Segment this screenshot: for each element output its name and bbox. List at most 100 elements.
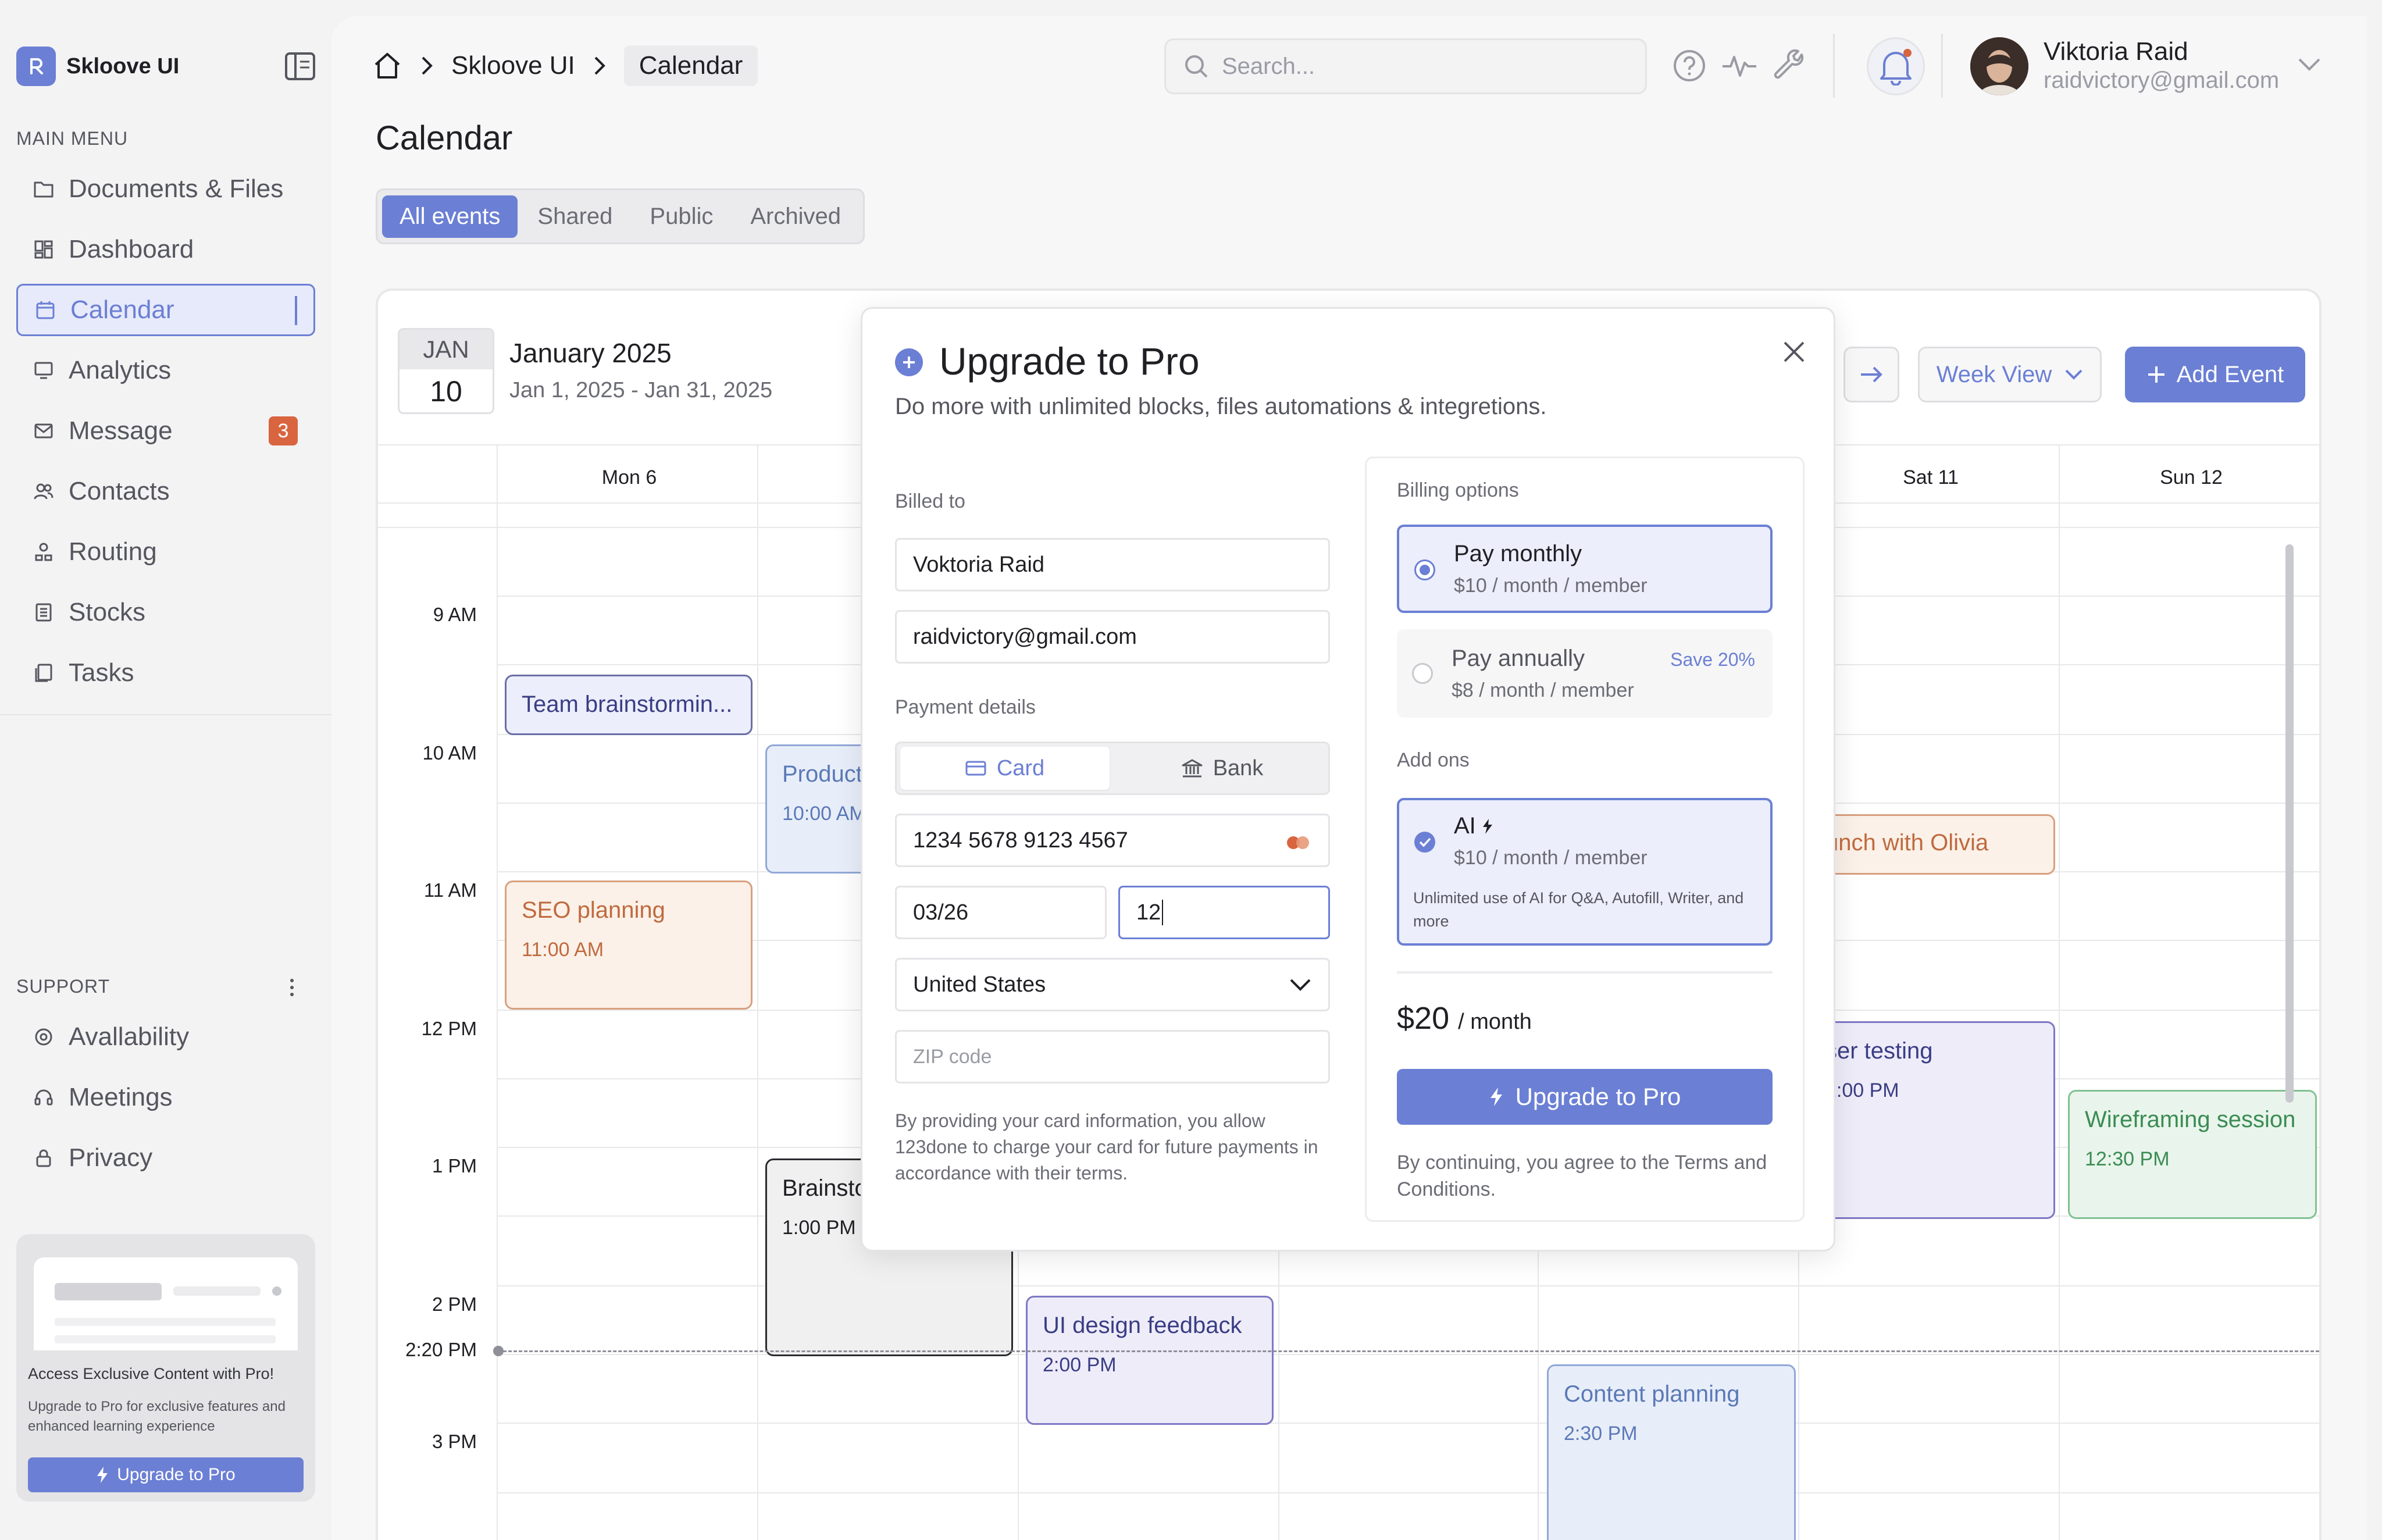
calendar-scrollbar[interactable] (2285, 544, 2294, 1103)
lock-icon (33, 1147, 55, 1169)
ai-addon-option[interactable]: AI $10 / month / member Unlimited use of… (1397, 798, 1773, 946)
calendar-icon (34, 299, 56, 321)
sidebar-item-meetings[interactable]: Meetings (16, 1071, 315, 1124)
tab-all-events[interactable]: All events (382, 195, 518, 238)
search-placeholder: Search... (1222, 53, 1315, 79)
sidebar-item-tasks[interactable]: Tasks (16, 647, 315, 699)
email-field[interactable]: raidvictory@gmail.com (895, 610, 1330, 664)
brand-logo-icon (16, 47, 56, 86)
event-card[interactable]: UI design feedback 2:00 PM (1026, 1296, 1274, 1425)
day-header: Sun 12 (2160, 466, 2223, 489)
cvc-field[interactable]: 12 (1118, 886, 1330, 939)
billing-divider (1397, 971, 1773, 974)
event-title: Team brainstormin... (522, 691, 733, 717)
notification-button[interactable] (1867, 37, 1925, 95)
country-select[interactable]: United States (895, 958, 1330, 1011)
close-icon[interactable] (1781, 339, 1807, 365)
pay-annually-option[interactable]: Pay annually $8 / month / member Save 20… (1397, 629, 1773, 718)
tab-card[interactable]: Card (900, 747, 1110, 790)
week-view-label: Week View (1936, 361, 2052, 387)
card-disclaimer: By providing your card information, you … (895, 1110, 1318, 1183)
sparkle-icon (1479, 818, 1495, 835)
home-icon[interactable] (372, 51, 402, 81)
next-week-button[interactable] (1843, 347, 1899, 402)
time-label: 1 PM (432, 1155, 477, 1177)
sidebar-item-label: Meetings (69, 1083, 173, 1111)
billing-options-label: Billing options (1397, 479, 1519, 501)
total-price: $20 / month (1397, 1000, 1532, 1036)
bank-icon (1182, 758, 1203, 778)
help-icon[interactable] (1673, 49, 1706, 83)
sidebar-item-contacts[interactable]: Contacts (16, 465, 315, 518)
search-input[interactable]: Search... (1164, 38, 1647, 94)
sidebar-item-label: Avallability (69, 1022, 190, 1051)
breadcrumb: Skloove UI Calendar (372, 45, 758, 86)
sidebar-item-calendar[interactable]: Calendar (16, 284, 315, 336)
pay-annually-title: Pay annually (1452, 646, 1585, 671)
event-card[interactable]: SEO planning 11:00 AM (505, 880, 753, 1010)
card-number-field[interactable]: 1234 5678 9123 4567 (895, 814, 1330, 867)
user-email: raidvictory@gmail.com (2044, 67, 2280, 93)
stocks-icon (33, 601, 55, 623)
name-value: Voktoria Raid (913, 552, 1045, 577)
wrench-icon[interactable] (1773, 49, 1806, 83)
tab-bank[interactable]: Bank (1118, 747, 1327, 790)
support-title: SUPPORT (16, 976, 110, 997)
date-range: Jan 1, 2025 - Jan 31, 2025 (509, 378, 773, 402)
event-card[interactable]: Content planning 2:30 PM (1547, 1364, 1796, 1540)
sidebar-item-privacy[interactable]: Privacy (16, 1132, 315, 1184)
sidebar-item-routing[interactable]: Routing (16, 526, 315, 578)
date-badge-day: 10 (430, 375, 462, 408)
activity-icon[interactable] (1721, 49, 1757, 83)
sidebar-item-availability[interactable]: Avallability (16, 1011, 315, 1063)
zip-field[interactable]: ZIP code (895, 1030, 1330, 1083)
sidebar-item-documents[interactable]: Documents & Files (16, 163, 315, 215)
breadcrumb-current[interactable]: Calendar (623, 45, 758, 86)
sidebar-item-dashboard[interactable]: Dashboard (16, 223, 315, 276)
grid-line (498, 1423, 2319, 1424)
breadcrumb-app[interactable]: Skloove UI (451, 51, 575, 80)
tab-public[interactable]: Public (632, 195, 730, 238)
week-view-select[interactable]: Week View (1918, 347, 2102, 402)
event-card[interactable]: unch with Olivia (1809, 814, 2055, 875)
sidebar-item-label: Contacts (69, 477, 170, 505)
header-divider (1941, 34, 1943, 98)
event-card[interactable]: ser testing 2:00 PM (1809, 1021, 2055, 1219)
ai-addon-description: Unlimited use of AI for Q&A, Autofill, W… (1413, 889, 1744, 930)
chevron-down-icon[interactable] (2297, 57, 2322, 72)
add-event-button[interactable]: Add Event (2125, 347, 2305, 402)
expiry-field[interactable]: 03/26 (895, 886, 1107, 939)
upgrade-to-pro-button[interactable]: Upgrade to Pro (1397, 1069, 1773, 1125)
brand[interactable]: Skloove UI (16, 47, 179, 86)
radio-unselected[interactable] (1412, 663, 1433, 684)
event-time: 2:00 PM (1043, 1354, 1117, 1376)
sidebar-item-message[interactable]: Message 3 (16, 405, 315, 457)
promo-upgrade-label: Upgrade to Pro (117, 1465, 236, 1484)
checkbox-checked[interactable] (1414, 832, 1435, 853)
event-card[interactable]: Team brainstormin... (505, 675, 753, 735)
event-time: 2:30 PM (1564, 1423, 1638, 1445)
promo-upgrade-button[interactable]: Upgrade to Pro (28, 1457, 304, 1492)
event-time: 12:30 PM (2085, 1148, 2170, 1170)
radio-selected[interactable] (1414, 559, 1435, 580)
billed-to-label: Billed to (895, 490, 965, 512)
mail-icon (33, 420, 55, 442)
sidebar-item-stocks[interactable]: Stocks (16, 586, 315, 639)
event-card[interactable]: Wireframing session 12:30 PM (2068, 1090, 2317, 1219)
dashboard-icon (33, 238, 55, 261)
tab-shared[interactable]: Shared (520, 195, 630, 238)
name-field[interactable]: Voktoria Raid (895, 538, 1330, 591)
tab-archived[interactable]: Archived (733, 195, 858, 238)
pay-monthly-price: $10 / month / member (1454, 575, 1648, 597)
pay-monthly-option[interactable]: Pay monthly $10 / month / member (1397, 525, 1773, 613)
add-ons-label: Add ons (1397, 749, 1470, 771)
support-more-icon[interactable] (287, 977, 297, 998)
sidebar-toggle-icon[interactable] (284, 50, 316, 83)
sidebar-item-label: Dashboard (69, 235, 194, 263)
bolt-icon (1489, 1086, 1504, 1107)
time-label: 2 PM (432, 1293, 477, 1315)
country-value: United States (913, 972, 1046, 997)
avatar[interactable] (1970, 37, 2028, 95)
chevron-right-icon (420, 55, 434, 76)
sidebar-item-analytics[interactable]: Analytics (16, 344, 315, 397)
